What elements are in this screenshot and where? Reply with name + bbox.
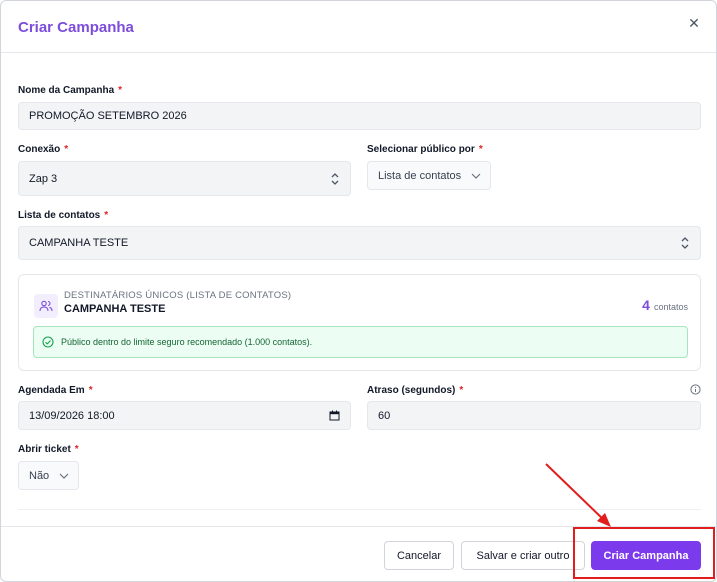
recipients-subtitle: Destinatários únicos (lista de contatos) (64, 290, 292, 301)
delay-value: 60 (378, 409, 391, 422)
required-mark: * (459, 385, 464, 396)
delay-label: Atraso (segundos) * (367, 385, 463, 396)
delay-label-text: Atraso (segundos) (367, 385, 456, 396)
contact-list-value: CAMPANHA TESTE (29, 237, 129, 249)
connection-label-text: Conexão (18, 144, 61, 155)
chevron-down-icon (471, 173, 481, 179)
campaign-name-input[interactable]: PROMOÇÃO SETEMBRO 2026 (18, 102, 701, 130)
modal-title: Criar Campanha (18, 19, 134, 36)
recipients-count: 4 contatos (642, 297, 688, 313)
contact-list-select[interactable]: CAMPANHA TESTE (18, 226, 701, 260)
recipients-card: Destinatários únicos (lista de contatos)… (18, 274, 701, 371)
campaign-name-value: PROMOÇÃO SETEMBRO 2026 (29, 110, 187, 122)
safe-limit-alert: Público dentro do limite seguro recomend… (33, 326, 688, 358)
required-mark: * (118, 85, 123, 96)
chevron-up-down-icon (331, 172, 339, 185)
required-mark: * (74, 444, 79, 455)
chevron-down-icon (59, 473, 69, 479)
recipients-list-name: CAMPANHA TESTE (64, 303, 166, 315)
modal-header: Criar Campanha ✕ (1, 1, 716, 53)
close-icon[interactable]: ✕ (684, 13, 704, 33)
chevron-up-down-icon (681, 237, 689, 249)
safe-limit-alert-text: Público dentro do limite seguro recomend… (61, 337, 313, 347)
calendar-icon[interactable] (329, 410, 340, 421)
required-mark: * (64, 144, 69, 155)
connection-label: Conexão * (18, 144, 68, 155)
open-ticket-value: Não (29, 469, 50, 482)
save-and-create-another-button[interactable]: Salvar e criar outro (461, 541, 585, 570)
open-ticket-label: Abrir ticket * (18, 444, 79, 455)
campaign-name-label: Nome da Campanha * (18, 85, 122, 96)
recipients-count-unit: contatos (653, 302, 688, 312)
annotation-arrow-icon (545, 463, 611, 527)
audience-by-value: Lista de contatos (378, 169, 462, 182)
create-campaign-modal: Criar Campanha ✕ Nome da Campanha * PROMO… (0, 0, 717, 582)
check-circle-icon (42, 336, 54, 348)
contact-list-label: Lista de contatos * (18, 210, 108, 221)
scheduled-at-value: 13/09/2026 18:00 (29, 409, 115, 422)
required-mark: * (88, 385, 93, 396)
scheduled-at-input[interactable]: 13/09/2026 18:00 (18, 401, 351, 430)
connection-value: Zap 3 (29, 172, 58, 185)
info-icon[interactable] (690, 384, 701, 395)
cancel-button[interactable]: Cancelar (384, 541, 454, 570)
audience-by-label: Selecionar público por * (367, 144, 483, 155)
audience-by-label-text: Selecionar público por (367, 144, 475, 155)
scheduled-at-label-text: Agendada Em (18, 385, 85, 396)
scheduled-at-label: Agendada Em * (18, 385, 93, 396)
campaign-name-label-text: Nome da Campanha (18, 85, 115, 96)
open-ticket-label-text: Abrir ticket (18, 444, 71, 455)
delay-input[interactable]: 60 (367, 401, 701, 430)
contact-list-label-text: Lista de contatos (18, 210, 101, 221)
users-icon (34, 294, 58, 318)
required-mark: * (478, 144, 483, 155)
audience-by-select[interactable]: Lista de contatos (367, 161, 491, 190)
recipients-count-number: 4 (642, 297, 650, 313)
open-ticket-select[interactable]: Não (18, 461, 79, 490)
highlight-box (573, 527, 715, 579)
connection-select[interactable]: Zap 3 (18, 161, 351, 196)
required-mark: * (104, 210, 109, 221)
